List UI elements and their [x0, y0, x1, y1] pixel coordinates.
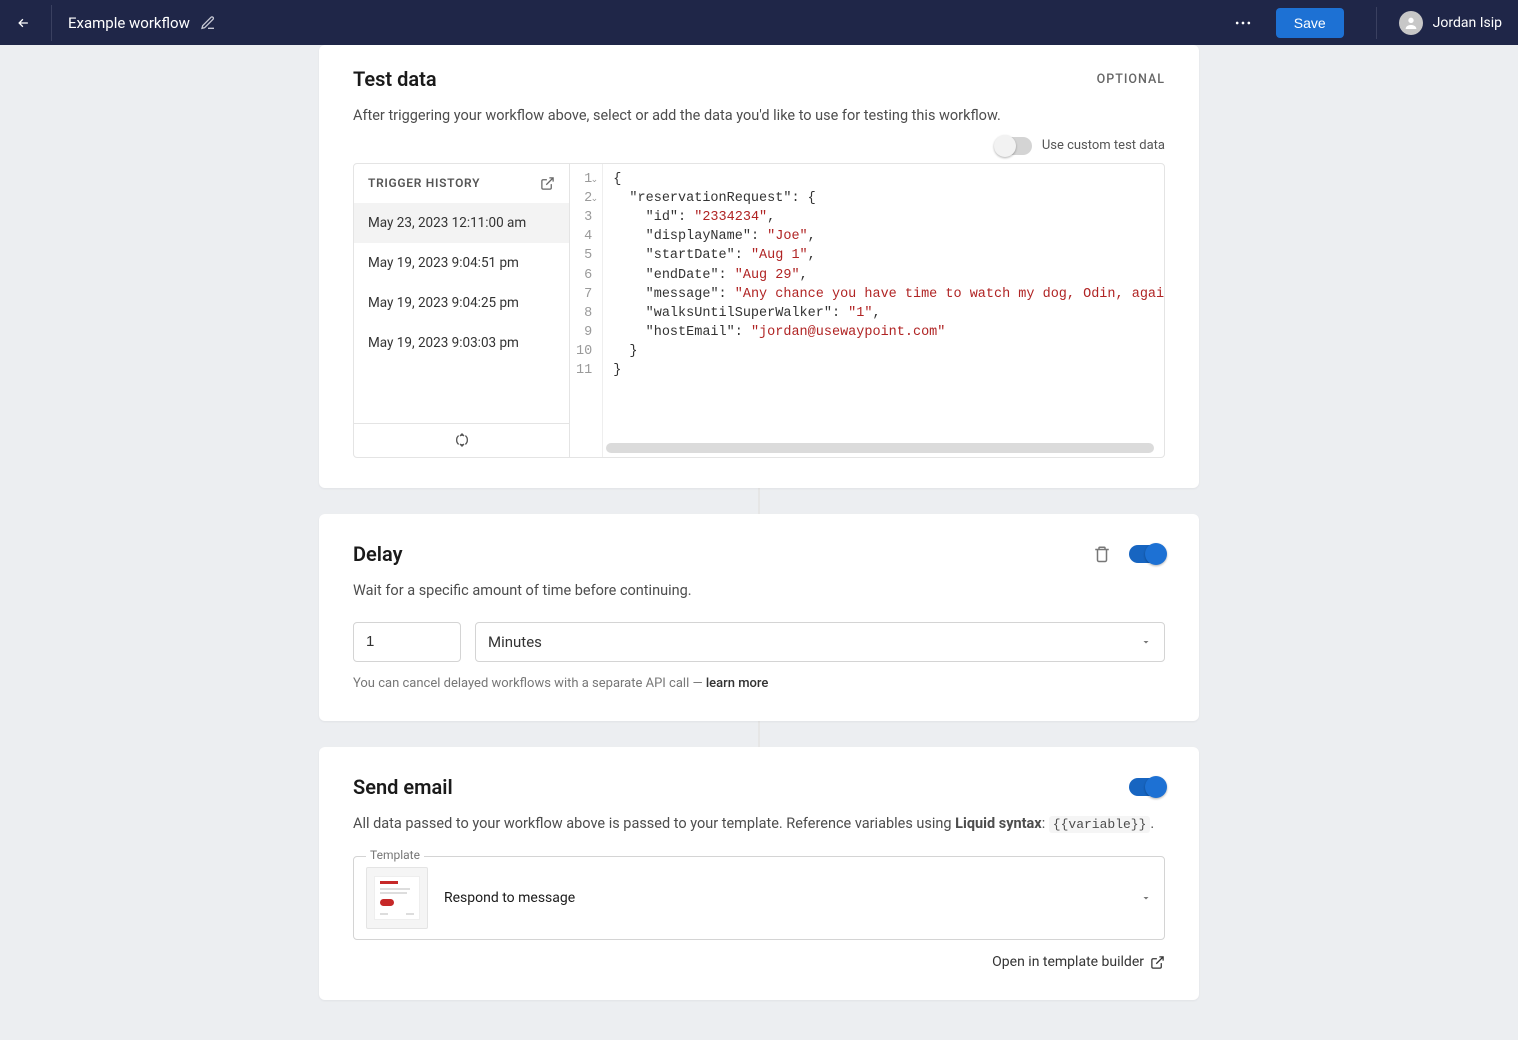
connector [758, 721, 760, 747]
history-item[interactable]: May 19, 2023 9:03:03 pm [354, 323, 569, 363]
send-email-enable-toggle[interactable] [1129, 778, 1165, 796]
learn-more-link[interactable]: learn more [706, 676, 769, 691]
user-icon [1403, 15, 1419, 31]
send-email-description: All data passed to your workflow above i… [353, 813, 1165, 835]
user-name: Jordan Isip [1433, 15, 1502, 31]
trash-icon [1093, 545, 1111, 563]
back-button[interactable] [16, 5, 52, 41]
json-editor[interactable]: 1⌄ 2⌄ 3 4 5 6 7 8 9 10 11 { "reservation… [570, 164, 1164, 457]
connector [758, 488, 760, 514]
template-thumbnail [366, 867, 428, 929]
delay-title: Delay [353, 542, 403, 566]
open-history-button[interactable] [540, 176, 555, 191]
history-item[interactable]: May 19, 2023 9:04:25 pm [354, 283, 569, 323]
template-select[interactable]: Template Respond to message [353, 856, 1165, 940]
send-email-title: Send email [353, 775, 453, 799]
pencil-icon [200, 15, 216, 31]
custom-test-data-label: Use custom test data [1042, 138, 1165, 153]
external-link-icon [1150, 955, 1165, 970]
avatar [1399, 11, 1423, 35]
delay-unit-select[interactable]: Minutes [475, 622, 1165, 662]
save-button[interactable]: Save [1276, 8, 1344, 38]
history-item[interactable]: May 23, 2023 12:11:00 am [354, 203, 569, 243]
test-data-description: After triggering your workflow above, se… [353, 105, 1165, 127]
optional-badge: OPTIONAL [1097, 72, 1165, 87]
arrow-left-icon [16, 13, 31, 33]
line-gutter: 1⌄ 2⌄ 3 4 5 6 7 8 9 10 11 [570, 164, 603, 457]
more-menu-button[interactable] [1226, 6, 1260, 40]
appbar-divider [1376, 7, 1377, 39]
template-legend: Template [366, 848, 424, 862]
delay-section: Delay Wait for a specific amount of time… [319, 514, 1199, 721]
liquid-code-example: {{variable}} [1049, 816, 1151, 833]
trigger-history-title: TRIGGER HISTORY [368, 176, 480, 190]
test-data-section: Test data OPTIONAL After triggering your… [319, 45, 1199, 488]
chevron-down-icon [1140, 636, 1152, 648]
delay-unit-value: Minutes [488, 633, 542, 651]
delay-hint: You can cancel delayed workflows with a … [353, 676, 1165, 691]
external-link-icon [540, 176, 555, 191]
delay-description: Wait for a specific amount of time befor… [353, 580, 1165, 602]
workflow-title: Example workflow [68, 14, 190, 32]
refresh-history-button[interactable] [354, 423, 569, 457]
delay-enable-toggle[interactable] [1129, 545, 1165, 563]
delay-amount-input[interactable] [353, 622, 461, 662]
delete-step-button[interactable] [1093, 545, 1111, 563]
dots-horizontal-icon [1233, 13, 1253, 33]
test-data-title: Test data [353, 67, 437, 91]
open-template-builder-link[interactable]: Open in template builder [353, 954, 1165, 970]
edit-title-button[interactable] [200, 15, 216, 31]
chevron-down-icon [1140, 892, 1152, 904]
sync-icon [454, 432, 470, 448]
send-email-section: Send email All data passed to your workf… [319, 747, 1199, 1001]
app-bar: Example workflow Save Jordan Isip [0, 0, 1518, 45]
horizontal-scrollbar[interactable] [606, 443, 1154, 453]
custom-test-data-toggle[interactable] [996, 137, 1032, 155]
user-menu[interactable]: Jordan Isip [1399, 11, 1502, 35]
template-name: Respond to message [444, 890, 575, 906]
trigger-history-panel: TRIGGER HISTORY May 23, 2023 12:11:00 am… [354, 164, 570, 457]
history-item[interactable]: May 19, 2023 9:04:51 pm [354, 243, 569, 283]
json-code: { "reservationRequest": { "id": "2334234… [603, 164, 1164, 457]
